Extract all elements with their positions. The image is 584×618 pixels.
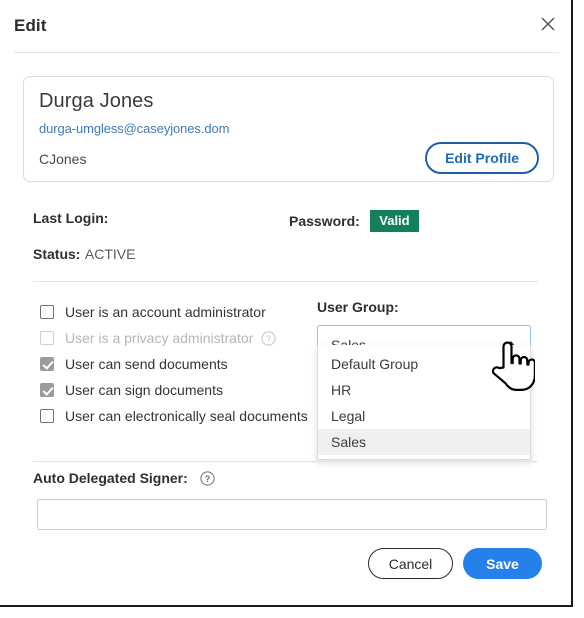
status-badge: Valid [370,210,419,232]
user-group-label: User Group: [317,299,399,315]
help-circle-icon[interactable]: ? [261,330,276,346]
permission-row-account-administrator[interactable]: User is an account administrator [40,299,310,325]
permission-row-privacy-administrator: User is a privacy administrator ? [40,325,310,351]
help-circle-icon[interactable]: ? [200,471,215,486]
status-row: Status: ACTIVE [33,246,135,264]
checkbox-privacy-administrator [40,331,54,345]
permissions-list: User is an account administrator User is… [40,299,310,429]
section-divider-top [33,281,538,282]
user-group-option-default-group[interactable]: Default Group [318,351,530,377]
user-group-option-sales[interactable]: Sales [318,429,530,455]
section-divider-bottom [33,461,538,462]
user-group-option-hr[interactable]: HR [318,377,530,403]
header-divider [14,52,559,53]
permission-label: User can electronically seal documents [65,408,308,424]
user-group-option-legal[interactable]: Legal [318,403,530,429]
checkbox-sign-documents[interactable] [40,383,54,397]
user-group-option-list: Default Group HR Legal Sales [317,345,531,460]
edit-profile-button[interactable]: Edit Profile [425,142,539,174]
user-group-block: User Group: Sales Default Group HR Legal… [317,299,531,460]
checkbox-send-documents[interactable] [40,357,54,371]
profile-name: Durga Jones [39,90,154,112]
save-button[interactable]: Save [463,548,542,579]
permission-row-seal-documents[interactable]: User can electronically seal documents [40,403,310,429]
dialog-header: Edit [0,0,571,55]
permission-row-sign-documents[interactable]: User can sign documents [40,377,310,403]
permission-label: User can send documents [65,356,228,372]
permission-label: User can sign documents [65,382,223,398]
password-row: Password: Valid [289,210,419,232]
auto-delegated-signer-label-wrap: Auto Delegated Signer: ? [33,470,215,486]
cancel-button[interactable]: Cancel [368,548,453,579]
svg-text:?: ? [266,334,271,344]
password-label: Password: [289,213,360,229]
permission-label: User is a privacy administrator [65,330,254,346]
status-value: ACTIVE [84,246,136,262]
checkbox-seal-documents[interactable] [40,409,54,423]
svg-text:?: ? [204,474,210,484]
auto-delegated-signer-label: Auto Delegated Signer: [33,470,188,486]
profile-email[interactable]: durga-umgless@caseyjones.dom [39,121,229,136]
auto-delegated-signer-input[interactable] [37,499,547,530]
close-icon[interactable] [537,13,559,35]
permission-label: User is an account administrator [65,304,266,320]
permission-row-send-documents[interactable]: User can send documents [40,351,310,377]
page-title: Edit [14,16,47,35]
profile-username: CJones [39,151,87,167]
checkbox-account-administrator[interactable] [40,305,54,319]
edit-user-dialog: Edit Durga Jones durga-umgless@caseyjone… [0,0,573,607]
profile-card: Durga Jones durga-umgless@caseyjones.dom… [23,76,554,182]
last-login-label: Last Login: [33,210,109,226]
status-label: Status: [33,246,81,262]
last-login-row: Last Login: [33,210,108,228]
